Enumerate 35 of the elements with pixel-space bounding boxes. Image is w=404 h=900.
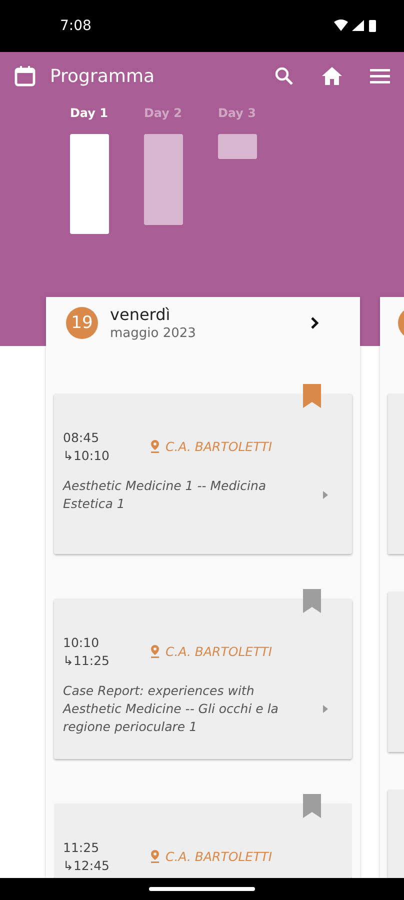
status-time: 7:08	[60, 18, 92, 34]
start-time: 10:10	[63, 635, 100, 650]
status-icons	[334, 19, 378, 33]
bookmark-icon[interactable]	[302, 794, 322, 818]
weekday: venerdì	[110, 305, 172, 324]
location-name: C.A. BARTOLETTI	[166, 849, 272, 864]
start-time: 08:45	[63, 430, 100, 445]
app-title: Programma	[50, 66, 155, 86]
location-pin-icon	[150, 645, 160, 658]
calendar-icon	[14, 65, 36, 87]
search-icon[interactable]	[274, 66, 294, 86]
location-name: C.A. BARTOLETTI	[166, 644, 272, 659]
caret-right-icon	[323, 491, 328, 500]
session-card[interactable]: 11:25 ↳12:45 C.A. BARTOLETTI	[54, 804, 352, 878]
location-name: C.A. BARTOLETTI	[166, 439, 272, 454]
session-title: Aesthetic Medicine 1 -- Medicina Estetica 1	[63, 477, 268, 514]
location-pin-icon	[150, 440, 160, 453]
session-card[interactable]: 08:45 ↳10:10 C.A. BARTOLETTI Aesthetic Medicine 1 -- Medicina Estetica 1	[54, 394, 352, 554]
day-tab[interactable]: Day 1	[70, 106, 108, 120]
session-card[interactable]: 10:10 ↳11:25 C.A. BARTOLETTI Case Report: experiences with Aesthetic Medicine -- Gli occhi e la regione perioculare 1	[54, 599, 352, 759]
end-time: ↳10:10	[63, 448, 110, 463]
session-title: Case Report: experiences with Aesthetic Medicine -- Gli occhi e la regione perioculare 1	[63, 682, 280, 736]
month-year: maggio 2023	[110, 326, 197, 341]
menu-icon[interactable]	[370, 68, 390, 84]
caret-right-icon	[323, 705, 328, 714]
bookmark-icon[interactable]	[302, 384, 322, 408]
end-time: ↳12:45	[63, 858, 110, 873]
day-number-badge: 19	[66, 307, 98, 339]
home-handle[interactable]	[149, 887, 255, 891]
home-icon[interactable]	[321, 66, 343, 86]
bookmark-icon[interactable]	[302, 589, 322, 613]
start-time: 11:25	[63, 840, 100, 855]
location-pin-icon	[150, 850, 160, 863]
chevron-right-icon[interactable]	[310, 316, 320, 330]
end-time: ↳11:25	[63, 653, 110, 668]
